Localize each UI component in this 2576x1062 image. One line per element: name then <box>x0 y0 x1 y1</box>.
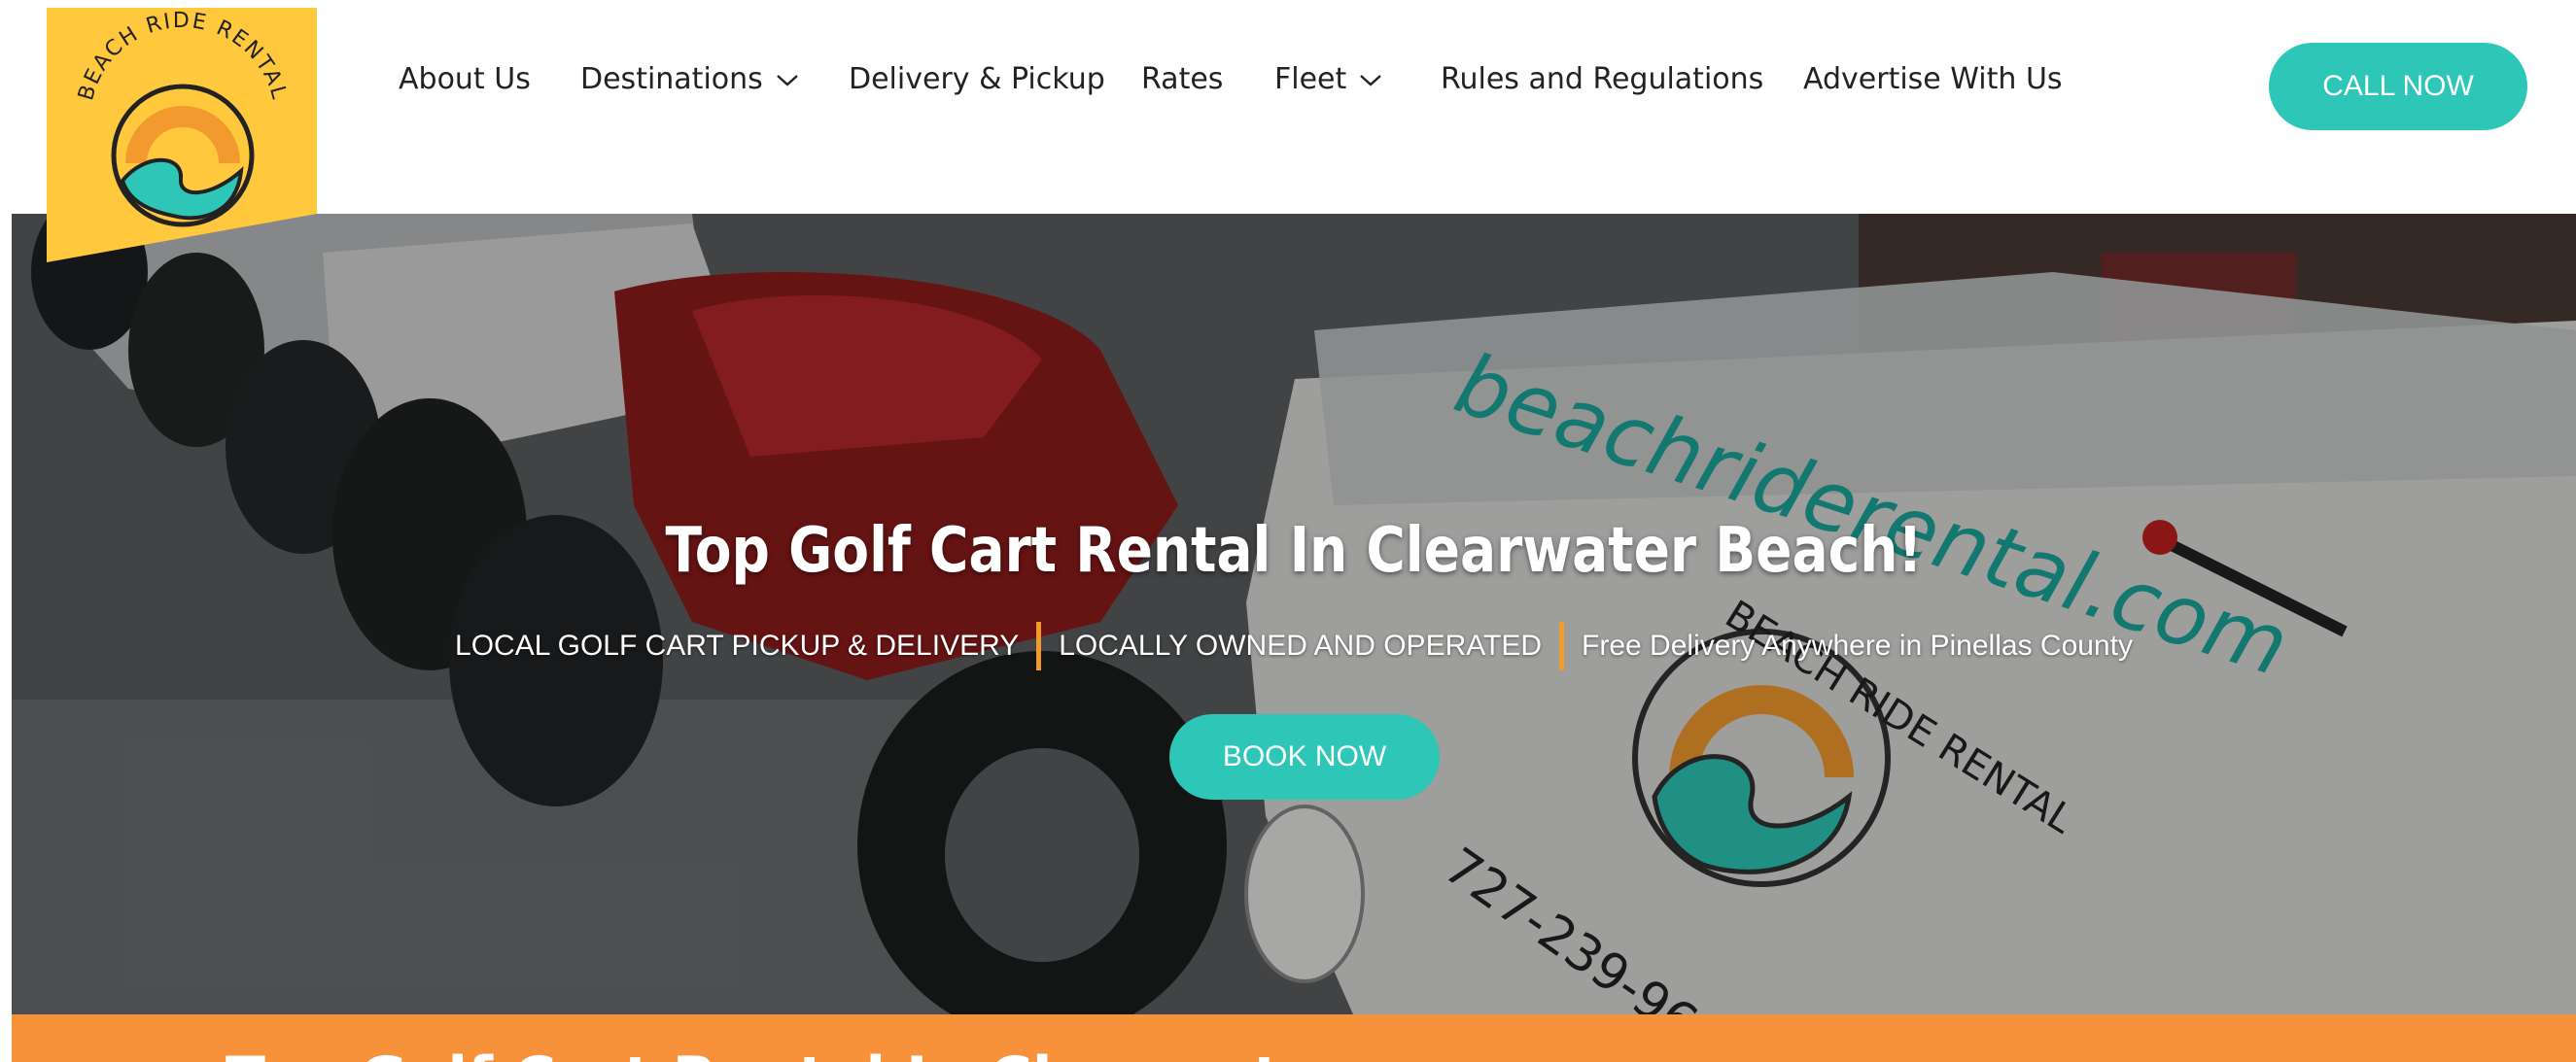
nav-destinations[interactable]: Destinations <box>580 60 800 99</box>
hero-section: beachriderental.com 727-239-9626 BEACH R… <box>12 214 2576 1014</box>
hero-dark-overlay <box>12 214 2576 1014</box>
call-now-button[interactable]: CALL NOW <box>2269 43 2527 130</box>
feature-pickup-delivery: LOCAL GOLF CART PICKUP & DELIVERY <box>455 630 1020 662</box>
feature-locally-owned: LOCALLY OWNED AND OPERATED <box>1059 630 1543 662</box>
nav-rules-regulations-label: Rules and Regulations <box>1441 62 1764 96</box>
hero-features: LOCAL GOLF CART PICKUP & DELIVERY LOCALL… <box>12 622 2576 670</box>
site-header: BEACH RIDE RENTAL About Us Destinations … <box>0 0 2576 262</box>
nav-fleet-label: Fleet <box>1274 62 1347 96</box>
nav-rates[interactable]: Rates <box>1141 60 1223 99</box>
nav-rules-regulations[interactable]: Rules and Regulations <box>1441 60 1763 99</box>
nav-advertise[interactable]: Advertise With Us <box>1803 60 2063 99</box>
nav-about-us-label: About Us <box>399 62 531 96</box>
nav-delivery-pickup[interactable]: Delivery & Pickup <box>849 60 1105 99</box>
section-heading: Top Golf Cart Rental In Clearwater <box>226 1049 1349 1062</box>
section-heading-band: Top Golf Cart Rental In Clearwater <box>12 1014 2576 1062</box>
nav-destinations-label: Destinations <box>580 62 763 96</box>
feature-free-delivery: Free Delivery Anywhere in Pinellas Count… <box>1582 630 2133 662</box>
book-now-button[interactable]: BOOK NOW <box>1169 714 1440 800</box>
nav-rates-label: Rates <box>1141 62 1224 96</box>
nav-advertise-label: Advertise With Us <box>1803 62 2063 96</box>
beach-ride-rental-logo[interactable]: BEACH RIDE RENTAL <box>47 8 317 262</box>
nav-about-us[interactable]: About Us <box>399 60 531 99</box>
chevron-down-icon <box>776 75 798 86</box>
hero-title: Top Golf Cart Rental In Clearwater Beach… <box>665 515 1923 587</box>
main-navigation: About Us Destinations Delivery & Pickup … <box>0 0 2576 171</box>
nav-fleet[interactable]: Fleet <box>1274 60 1383 99</box>
nav-delivery-pickup-label: Delivery & Pickup <box>849 62 1105 96</box>
chevron-down-icon <box>1360 75 1382 86</box>
feature-separator <box>1559 622 1565 670</box>
feature-separator <box>1036 622 1042 670</box>
